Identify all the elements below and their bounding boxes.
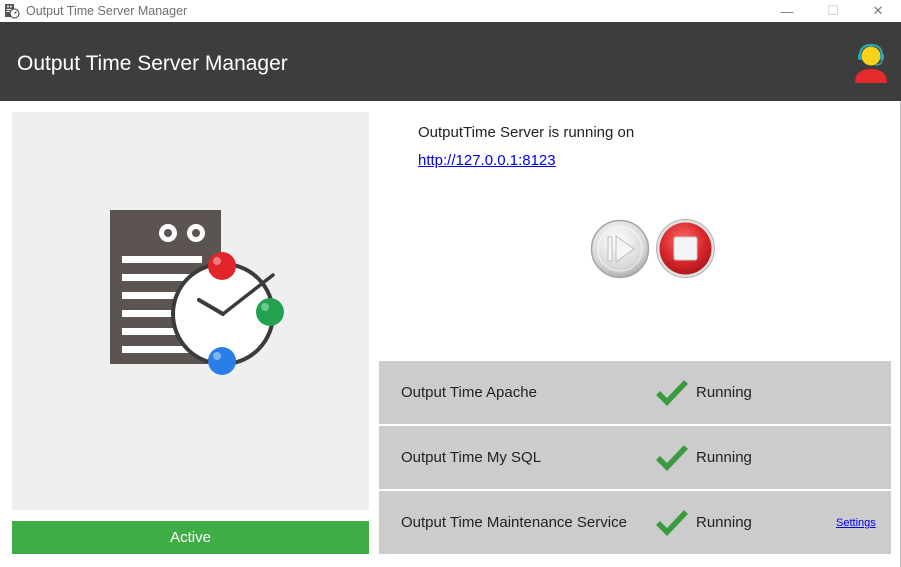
close-icon: ✕ bbox=[872, 3, 884, 18]
service-row-maintenance: Output Time Maintenance Service Running … bbox=[379, 491, 891, 554]
settings-link[interactable]: Settings bbox=[836, 516, 876, 530]
service-row-apache: Output Time Apache Running bbox=[379, 361, 891, 424]
app-icon bbox=[5, 4, 20, 19]
service-name: Output Time Maintenance Service bbox=[401, 514, 627, 531]
service-status: Running bbox=[696, 384, 752, 401]
window-title: Output Time Server Manager bbox=[26, 4, 188, 18]
app-window: Output Time Server Manager — ☐ ✕ Output … bbox=[0, 0, 901, 567]
minimize-button[interactable]: — bbox=[764, 0, 810, 22]
check-icon bbox=[656, 380, 688, 406]
stop-button[interactable] bbox=[655, 218, 716, 279]
check-icon bbox=[656, 510, 688, 536]
support-agent-icon[interactable] bbox=[852, 43, 890, 83]
stop-icon bbox=[673, 236, 698, 261]
service-status: Running bbox=[696, 514, 752, 531]
service-row-mysql: Output Time My SQL Running bbox=[379, 426, 891, 489]
service-name: Output Time My SQL bbox=[401, 449, 542, 466]
server-running-label: OutputTime Server is running on bbox=[418, 124, 635, 141]
server-url-link[interactable]: http://127.0.0.1:8123 bbox=[418, 152, 556, 170]
close-button[interactable]: ✕ bbox=[855, 0, 901, 22]
maximize-button[interactable]: ☐ bbox=[810, 0, 856, 22]
check-icon bbox=[656, 445, 688, 471]
title-bar[interactable]: Output Time Server Manager — ☐ ✕ bbox=[0, 0, 901, 22]
header-title: Output Time Server Manager bbox=[17, 52, 288, 75]
server-clock-icon bbox=[110, 210, 284, 375]
play-button[interactable] bbox=[590, 219, 650, 279]
maximize-icon: ☐ bbox=[827, 3, 839, 18]
server-illustration-panel bbox=[12, 112, 369, 510]
service-name: Output Time Apache bbox=[401, 384, 537, 401]
app-header: Output Time Server Manager bbox=[0, 22, 901, 101]
minimize-icon: — bbox=[780, 3, 794, 19]
status-badge: Active bbox=[12, 521, 369, 554]
status-label: Active bbox=[170, 529, 211, 546]
service-status: Running bbox=[696, 449, 752, 466]
